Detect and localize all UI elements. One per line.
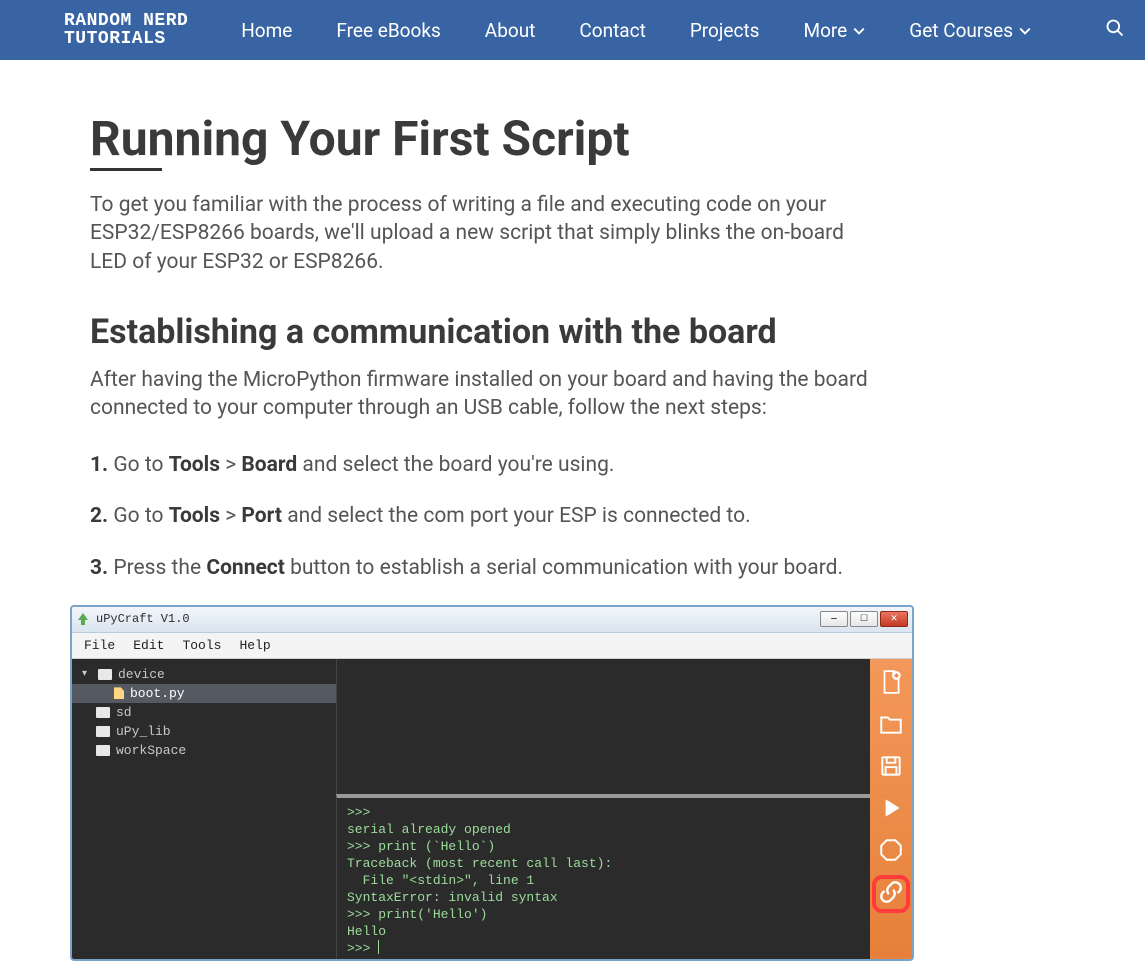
- nav-get-courses-label: Get Courses: [909, 19, 1013, 42]
- step-number: 2.: [90, 504, 108, 528]
- new-file-button[interactable]: [876, 669, 906, 699]
- ide-toolbar: [870, 659, 912, 959]
- new-file-icon: [878, 669, 904, 699]
- heading-establishing-communication: Establishing a communication with the bo…: [90, 312, 1055, 352]
- step-3: 3. Press the Connect button to establish…: [90, 554, 1055, 583]
- maximize-button[interactable]: ☐: [850, 611, 878, 627]
- python-file-icon: [114, 687, 124, 699]
- step-2: 2. Go to Tools > Port and select the com…: [90, 502, 1055, 531]
- brand-logo[interactable]: RANDOM NERD TUTORIALS: [64, 12, 188, 48]
- top-nav: RANDOM NERD TUTORIALS Home Free eBooks A…: [0, 0, 1145, 60]
- brand-line-2: TUTORIALS: [64, 30, 188, 48]
- search-button[interactable]: [1105, 18, 1125, 42]
- run-button[interactable]: [876, 795, 906, 825]
- open-file-icon: [878, 711, 904, 741]
- ide-editor-pane[interactable]: [336, 659, 870, 794]
- step-1: 1. Go to Tools > Board and select the bo…: [90, 451, 1055, 480]
- chevron-down-icon: [853, 19, 865, 42]
- tree-workspace[interactable]: workSpace: [72, 741, 336, 760]
- nav-get-courses[interactable]: Get Courses: [909, 19, 1031, 42]
- stop-button[interactable]: [876, 837, 906, 867]
- search-icon: [1105, 23, 1125, 42]
- nav-items: Home Free eBooks About Contact Projects …: [241, 18, 1095, 42]
- folder-icon: [96, 726, 110, 737]
- steps-intro-paragraph: After having the MicroPython firmware in…: [90, 366, 870, 423]
- ide-window: uPyCraft V1.0 — ☐ ✕ File Edit Tools Help…: [70, 605, 914, 961]
- article-content: Running Your First Script To get you fam…: [90, 60, 1055, 961]
- nav-home[interactable]: Home: [241, 19, 292, 42]
- ide-repl-pane[interactable]: >>> serial already opened >>> print (`He…: [336, 794, 870, 961]
- menu-file[interactable]: File: [84, 638, 115, 653]
- step-number: 3.: [90, 556, 108, 580]
- menu-tools[interactable]: Tools: [182, 638, 221, 653]
- folder-icon: [96, 745, 110, 756]
- nav-free-ebooks[interactable]: Free eBooks: [336, 19, 440, 42]
- close-button[interactable]: ✕: [880, 611, 908, 627]
- heading-running-first-script: Running Your First Script: [90, 110, 1055, 167]
- minimize-button[interactable]: —: [820, 611, 848, 627]
- ide-titlebar: uPyCraft V1.0 — ☐ ✕: [72, 607, 912, 633]
- ide-menubar: File Edit Tools Help: [72, 633, 912, 659]
- nav-more[interactable]: More: [803, 19, 865, 42]
- connect-button[interactable]: [876, 879, 906, 909]
- folder-icon: [98, 669, 112, 680]
- connect-icon: [878, 879, 904, 909]
- open-file-button[interactable]: [876, 711, 906, 741]
- menu-help[interactable]: Help: [239, 638, 270, 653]
- ide-window-title: uPyCraft V1.0: [96, 612, 190, 626]
- repl-output: >>> serial already opened >>> print (`He…: [347, 805, 612, 956]
- stop-icon: [878, 837, 904, 867]
- brand-line-1: RANDOM NERD: [64, 12, 188, 30]
- nav-more-label: More: [803, 19, 847, 42]
- nav-projects[interactable]: Projects: [690, 19, 760, 42]
- tree-device[interactable]: ▾device: [72, 665, 336, 684]
- save-button[interactable]: [876, 753, 906, 783]
- tree-bootpy[interactable]: boot.py: [72, 684, 336, 703]
- step-number: 1.: [90, 453, 108, 477]
- repl-cursor: [378, 940, 379, 954]
- nav-about[interactable]: About: [485, 19, 536, 42]
- play-icon: [878, 795, 904, 825]
- menu-edit[interactable]: Edit: [133, 638, 164, 653]
- nav-contact[interactable]: Contact: [579, 19, 645, 42]
- intro-paragraph: To get you familiar with the process of …: [90, 191, 870, 276]
- tree-sd[interactable]: sd: [72, 703, 336, 722]
- tree-upylib[interactable]: uPy_lib: [72, 722, 336, 741]
- chevron-down-icon: [1019, 19, 1031, 42]
- folder-icon: [96, 707, 110, 718]
- save-icon: [878, 753, 904, 783]
- upycraft-app-icon: [76, 612, 90, 626]
- ide-file-tree: ▾device boot.py sd uPy_lib workSpace: [72, 659, 336, 959]
